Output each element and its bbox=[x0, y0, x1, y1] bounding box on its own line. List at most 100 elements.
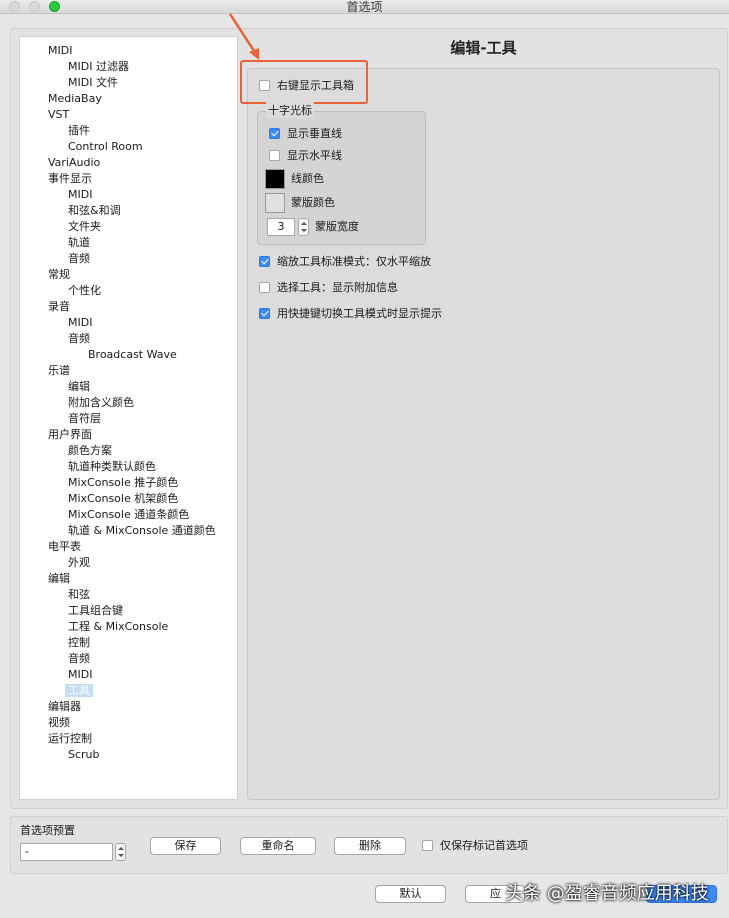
tree-item-label: MixConsole 通道条颜色 bbox=[68, 508, 190, 521]
tree-item[interactable]: 颜色方案 bbox=[68, 443, 112, 459]
tree-item[interactable]: 插件 bbox=[68, 123, 90, 139]
tree-item[interactable]: Control Room bbox=[68, 139, 143, 155]
annotation-arrow-icon bbox=[228, 13, 259, 60]
tree-item-label: 工具组合键 bbox=[68, 604, 123, 617]
tree-item-label: Scrub bbox=[68, 748, 100, 761]
tree-item[interactable]: 音频 bbox=[68, 251, 90, 267]
preset-select-stepper[interactable] bbox=[115, 843, 126, 861]
tree-item[interactable]: 附加含义颜色 bbox=[68, 395, 134, 411]
select-tool-info-checkbox[interactable] bbox=[259, 282, 270, 293]
mask-width-stepper[interactable] bbox=[298, 218, 309, 236]
tree-item[interactable]: 编辑器 bbox=[48, 699, 81, 715]
tree-item[interactable]: MIDI bbox=[68, 667, 92, 683]
presets-label: 首选项预置 bbox=[20, 824, 75, 837]
tree-item[interactable]: 控制 bbox=[68, 635, 90, 651]
tree-item[interactable]: MIDI 文件 bbox=[68, 75, 118, 91]
zoom-standard-label: 缩放工具标准模式：仅水平缩放 bbox=[277, 255, 431, 268]
tree-item[interactable]: 和弦&和调 bbox=[68, 203, 121, 219]
tree-item[interactable]: MixConsole 机架颜色 bbox=[68, 491, 178, 507]
tree-item-label: 音频 bbox=[68, 332, 90, 345]
tree-item-label: 轨道种类默认颜色 bbox=[68, 460, 156, 473]
tree-item-label: 个性化 bbox=[68, 284, 101, 297]
tree-item[interactable]: 和弦 bbox=[68, 587, 90, 603]
tree-item[interactable]: 事件显示 bbox=[48, 171, 92, 187]
tree-item-label: MIDI bbox=[68, 668, 93, 681]
mask-color-label: 蒙版颜色 bbox=[291, 196, 335, 209]
tree-item-label: 音频 bbox=[68, 652, 90, 665]
tree-item[interactable]: MIDI bbox=[68, 315, 92, 331]
tree-item-label: 电平表 bbox=[48, 540, 81, 553]
tree-item-label: 音频 bbox=[68, 252, 90, 265]
tree-item-label: 编辑 bbox=[48, 572, 70, 585]
title-bar: 首选项 bbox=[0, 0, 729, 14]
tree-item[interactable]: MIDI bbox=[48, 43, 72, 59]
zoom-standard-checkbox[interactable] bbox=[259, 256, 270, 267]
shortcut-tooltip-checkbox[interactable] bbox=[259, 308, 270, 319]
tree-item[interactable]: MixConsole 推子颜色 bbox=[68, 475, 178, 491]
tree-item-label: Control Room bbox=[68, 140, 143, 153]
tree-item[interactable]: 轨道 & MixConsole 通道颜色 bbox=[68, 523, 216, 539]
tree-item[interactable]: VST bbox=[48, 107, 69, 123]
panel-title: 编辑-工具 bbox=[450, 39, 517, 57]
tree-item[interactable]: 编辑 bbox=[48, 571, 70, 587]
tree-item[interactable]: MixConsole 通道条颜色 bbox=[68, 507, 189, 523]
tree-item[interactable]: MIDI 过滤器 bbox=[68, 59, 129, 75]
tree-item-label: 控制 bbox=[68, 636, 90, 649]
tree-item[interactable]: 工程 & MixConsole bbox=[68, 619, 168, 635]
tree-item[interactable]: 编辑 bbox=[68, 379, 90, 395]
tree-item[interactable]: 外观 bbox=[68, 555, 90, 571]
preferences-tree[interactable]: MIDI MIDI 过滤器 MIDI 文件 MediaBay VST 插件 Control … bbox=[19, 36, 238, 800]
tree-item-label: 视频 bbox=[48, 716, 70, 729]
tree-item[interactable]: MIDI bbox=[68, 187, 92, 203]
tree-item-label: 用户界面 bbox=[48, 428, 92, 441]
mask-width-label: 蒙版宽度 bbox=[315, 220, 359, 233]
tree-item[interactable]: 文件夹 bbox=[68, 219, 101, 235]
show-horizontal-checkbox[interactable] bbox=[269, 150, 280, 161]
rename-preset-button[interactable]: 重命名 bbox=[240, 837, 316, 855]
marked-only-label: 仅保存标记首选项 bbox=[440, 839, 528, 852]
show-vertical-checkbox[interactable] bbox=[269, 128, 280, 139]
select-tool-info-label: 选择工具：显示附加信息 bbox=[277, 281, 398, 294]
tree-item[interactable]: 音符层 bbox=[68, 411, 101, 427]
line-color-swatch[interactable] bbox=[265, 169, 285, 189]
tree-item[interactable]: 音频 bbox=[68, 331, 90, 347]
tree-item[interactable]: Scrub bbox=[68, 747, 100, 763]
save-preset-button[interactable]: 保存 bbox=[150, 837, 221, 855]
tree-item[interactable]: 工具 bbox=[65, 683, 93, 699]
tree-item[interactable]: 常规 bbox=[48, 267, 70, 283]
tree-item-label: 颜色方案 bbox=[68, 444, 112, 457]
default-button[interactable]: 默认 bbox=[375, 885, 446, 903]
tree-item[interactable]: 录音 bbox=[48, 299, 70, 315]
tree-item-label: 附加含义颜色 bbox=[68, 396, 134, 409]
tree-item[interactable]: 工具组合键 bbox=[68, 603, 123, 619]
tree-item-label: 插件 bbox=[68, 124, 90, 137]
marked-only-checkbox[interactable] bbox=[422, 840, 433, 851]
tree-item[interactable]: 个性化 bbox=[68, 283, 101, 299]
tree-item-label: MIDI 过滤器 bbox=[68, 60, 129, 73]
tree-item[interactable]: 轨道 bbox=[68, 235, 90, 251]
watermark: 头条 @盈睿音频应用科技 bbox=[505, 883, 709, 904]
tree-item[interactable]: Broadcast Wave bbox=[88, 347, 177, 363]
mask-width-field[interactable]: 3 bbox=[267, 218, 295, 236]
mask-color-swatch[interactable] bbox=[265, 193, 285, 213]
tree-item[interactable]: 乐谱 bbox=[48, 363, 70, 379]
tree-item-label: MIDI bbox=[48, 44, 73, 57]
show-horizontal-label: 显示水平线 bbox=[287, 149, 342, 162]
crosshair-group-title: 十字光标 bbox=[266, 102, 314, 118]
tree-item-label: 和弦 bbox=[68, 588, 90, 601]
tree-item[interactable]: VariAudio bbox=[48, 155, 100, 171]
tree-item[interactable]: 视频 bbox=[48, 715, 70, 731]
tree-item-label: 工程 & MixConsole bbox=[68, 620, 169, 633]
tree-item-label: 轨道 & MixConsole 通道颜色 bbox=[68, 524, 216, 537]
tree-item-label: VariAudio bbox=[48, 156, 101, 169]
tree-item[interactable]: 音频 bbox=[68, 651, 90, 667]
delete-preset-button[interactable]: 删除 bbox=[334, 837, 406, 855]
tree-item[interactable]: 电平表 bbox=[48, 539, 81, 555]
annotation-highlight-box bbox=[240, 60, 368, 104]
window-title: 首选项 bbox=[346, 0, 383, 14]
tree-item[interactable]: 轨道种类默认颜色 bbox=[68, 459, 156, 475]
tree-item[interactable]: MediaBay bbox=[48, 91, 102, 107]
preset-select[interactable]: - bbox=[20, 843, 113, 861]
tree-item[interactable]: 运行控制 bbox=[48, 731, 92, 747]
tree-item[interactable]: 用户界面 bbox=[48, 427, 92, 443]
